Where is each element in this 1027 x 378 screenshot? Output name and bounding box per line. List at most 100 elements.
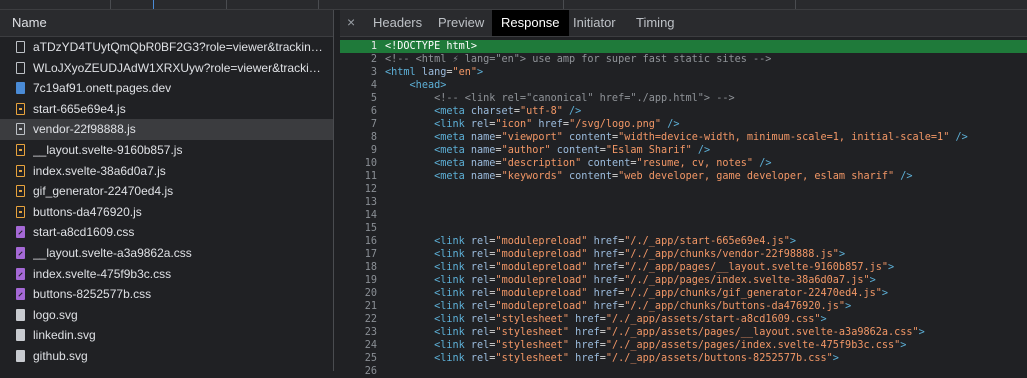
line-number: 18	[364, 262, 377, 273]
code-text: <link rel="modulepreload" href="/./_app/…	[434, 236, 797, 247]
line-number: 15	[364, 223, 377, 234]
line-number: 21	[364, 301, 377, 312]
request-name: start-665e69e4.js	[33, 101, 126, 116]
response-source-viewer[interactable]: 1 <!DOCTYPE html> 2 <!-- <html ⚡ lang="en">…	[340, 40, 1027, 377]
request-row[interactable]: logo.svg	[0, 305, 333, 326]
request-row[interactable]: aTDzYD4TUytQmQbR0BF2G3?role=viewer&track…	[0, 37, 333, 58]
details-tabbar: × Headers Preview Response Initiator Tim…	[340, 10, 1027, 37]
line-number: 14	[364, 210, 377, 221]
code-text: <!DOCTYPE html>	[385, 41, 478, 52]
stylesheet-icon	[16, 288, 25, 301]
code-line: 16 <link rel="modulepreload" href="/./_a…	[340, 235, 1027, 248]
request-name: index.svelte-475f9b3c.css	[33, 266, 172, 281]
code-line: 4 <head>	[340, 79, 1027, 92]
tab-timing[interactable]: Timing	[627, 10, 684, 36]
code-text: <link rel="modulepreload" href="/./_app/…	[434, 249, 846, 260]
request-row[interactable]: buttons-8252577b.css	[0, 284, 333, 305]
line-number: 19	[364, 275, 377, 286]
code-text: <!-- <link rel="canonical" href="./app.h…	[385, 93, 735, 104]
request-name: __layout.svelte-a3a9862a.css	[33, 245, 192, 260]
code-line: 10 <meta name="description" content="res…	[340, 157, 1027, 170]
line-number: 11	[364, 171, 377, 182]
request-row[interactable]: __layout.svelte-a3a9862a.css	[0, 243, 333, 264]
request-row[interactable]: WLoJXyoZEUDJAdW1XRXUyw?role=viewer&track…	[0, 58, 333, 79]
request-row[interactable]: start-665e69e4.js	[0, 99, 333, 120]
code-line: 22 <link rel="stylesheet" href="/./_app/…	[340, 313, 1027, 326]
code-line: 23 <link rel="stylesheet" href="/./_app/…	[340, 326, 1027, 339]
code-text: <!-- <html ⚡ lang="en"> use amp for supe…	[385, 54, 772, 65]
code-line: 11 <meta name="keywords" content="web de…	[340, 170, 1027, 183]
code-text: <meta charset="utf-8" />	[434, 106, 582, 117]
request-row[interactable]: linkedin.svg	[0, 325, 333, 346]
request-name: linkedin.svg	[33, 328, 96, 343]
code-text: <link rel="icon" href="/svg/logo.png" />	[434, 119, 680, 130]
code-text: <link rel="stylesheet" href="/./_app/ass…	[434, 314, 827, 325]
stylesheet-icon	[16, 246, 25, 259]
tab-headers[interactable]: Headers	[364, 10, 431, 36]
request-name: WLoJXyoZEUDJAdW1XRXUyw?role=viewer&track…	[33, 60, 327, 75]
code-line: 15	[340, 222, 1027, 235]
request-row[interactable]: __layout.svelte-9160b857.js	[0, 140, 333, 161]
close-icon[interactable]: ×	[347, 10, 355, 35]
code-line: 24 <link rel="stylesheet" href="/./_app/…	[340, 339, 1027, 352]
code-line: 9 <meta name="author" content="Eslam Sha…	[340, 144, 1027, 157]
line-number: 6	[370, 106, 377, 117]
code-line: 6 <meta charset="utf-8" />	[340, 105, 1027, 118]
request-row[interactable]: github.svg	[0, 346, 333, 367]
request-name: vendor-22f98888.js	[33, 122, 136, 137]
code-text: <link rel="stylesheet" href="/./_app/ass…	[434, 340, 907, 351]
code-line: 14	[340, 209, 1027, 222]
code-line: 25 <link rel="stylesheet" href="/./_app/…	[340, 352, 1027, 365]
request-name: aTDzYD4TUytQmQbR0BF2G3?role=viewer&track…	[33, 40, 327, 54]
script-file-icon	[16, 185, 25, 198]
name-column-header[interactable]: Name	[0, 10, 333, 37]
line-number: 17	[364, 249, 377, 260]
tab-response[interactable]: Response	[492, 10, 569, 36]
details-panel: × Headers Preview Response Initiator Tim…	[340, 10, 1027, 377]
request-name: 7c19af91.onett.pages.dev	[33, 81, 172, 96]
request-name: index.svelte-38a6d0a7.js	[33, 163, 166, 178]
request-row[interactable]: index.svelte-475f9b3c.css	[0, 264, 333, 285]
code-line: 2 <!-- <html ⚡ lang="en"> use amp for sup…	[340, 53, 1027, 66]
script-file-icon	[16, 143, 25, 156]
request-name: github.svg	[33, 348, 88, 363]
timeline-tick	[795, 0, 796, 9]
line-number: 24	[364, 340, 377, 351]
code-line: 19 <link rel="modulepreload" href="/./_a…	[340, 274, 1027, 287]
tab-initiator[interactable]: Initiator	[564, 10, 625, 36]
script-file-icon	[16, 164, 25, 177]
timeline-strip	[0, 0, 1027, 10]
timeline-tick	[563, 0, 564, 9]
line-number: 25	[364, 353, 377, 364]
request-list: aTDzYD4TUytQmQbR0BF2G3?role=viewer&track…	[0, 37, 333, 367]
line-number: 3	[370, 67, 377, 78]
request-list-panel: Name aTDzYD4TUytQmQbR0BF2G3?role=viewer&…	[0, 10, 334, 371]
code-line: 3 <html lang="en">	[340, 66, 1027, 79]
document-icon	[16, 82, 25, 95]
request-row[interactable]: start-a8cd1609.css	[0, 222, 333, 243]
request-name: start-a8cd1609.css	[33, 225, 135, 240]
request-row[interactable]: index.svelte-38a6d0a7.js	[0, 161, 333, 182]
code-text: <meta name="keywords" content="web devel…	[434, 171, 913, 182]
request-row[interactable]: buttons-da476920.js	[0, 202, 333, 223]
stylesheet-icon	[16, 226, 25, 239]
line-number: 7	[370, 119, 377, 130]
script-file-icon	[16, 205, 25, 218]
code-text: <link rel="stylesheet" href="/./_app/ass…	[434, 327, 925, 338]
line-number: 16	[364, 236, 377, 247]
line-number: 2	[370, 54, 377, 65]
code-text: <html lang="en">	[385, 67, 484, 78]
stylesheet-icon	[16, 267, 25, 280]
timeline-marker	[153, 0, 154, 9]
request-row[interactable]: gif_generator-22470ed4.js	[0, 181, 333, 202]
code-line: 26	[340, 365, 1027, 378]
tab-preview[interactable]: Preview	[429, 10, 493, 36]
request-name: buttons-da476920.js	[33, 204, 142, 219]
code-line: 12	[340, 183, 1027, 196]
request-row[interactable]: vendor-22f98888.js	[0, 119, 333, 140]
request-row[interactable]: 7c19af91.onett.pages.dev	[0, 78, 333, 99]
line-number: 12	[364, 184, 377, 195]
line-number: 26	[364, 366, 377, 377]
checkbox-icon	[16, 41, 25, 53]
request-name: logo.svg	[33, 307, 78, 322]
